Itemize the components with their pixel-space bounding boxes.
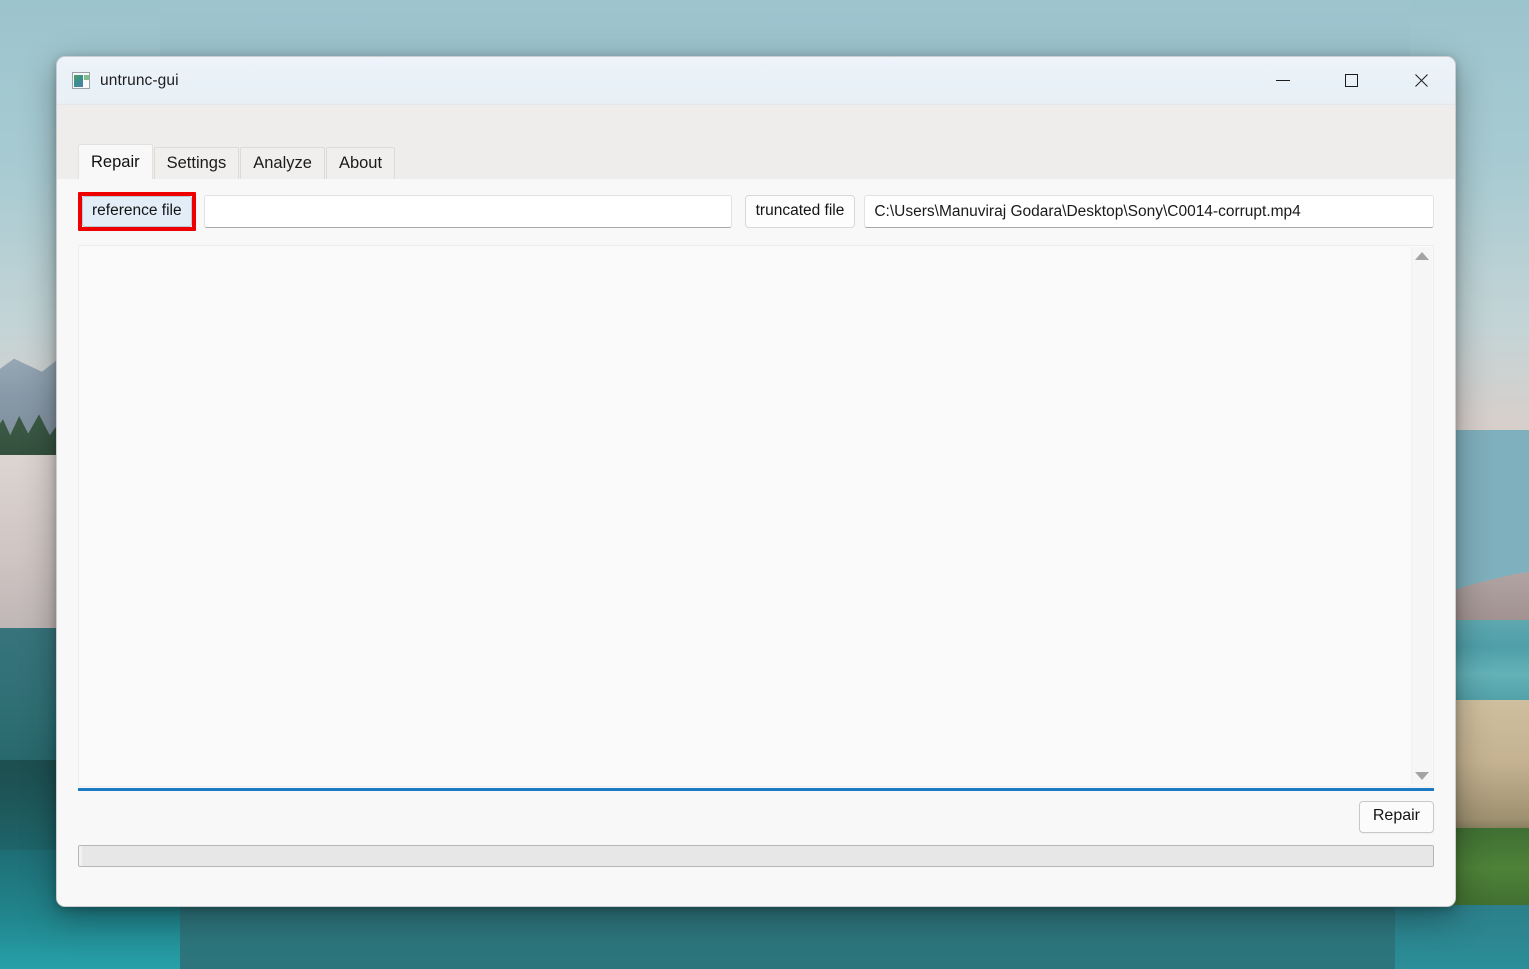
minimize-icon bbox=[1275, 80, 1290, 81]
maximize-button[interactable] bbox=[1317, 57, 1386, 104]
maximize-icon bbox=[1345, 74, 1358, 87]
reference-file-input[interactable] bbox=[203, 195, 732, 229]
window-controls bbox=[1248, 57, 1455, 104]
tab-repair-label: Repair bbox=[91, 152, 140, 171]
application-window: untrunc-gui Repair Settings Analyze Abou… bbox=[56, 56, 1456, 907]
file-selection-row: reference file truncated file C:\Users\M… bbox=[57, 179, 1455, 232]
tab-about-label: About bbox=[338, 154, 383, 172]
repair-tab-panel: reference file truncated file C:\Users\M… bbox=[57, 179, 1455, 906]
truncated-file-button[interactable]: truncated file bbox=[744, 195, 856, 229]
tab-repair[interactable]: Repair bbox=[78, 144, 153, 179]
log-output-area[interactable] bbox=[78, 245, 1434, 788]
window-title: untrunc-gui bbox=[100, 71, 179, 89]
progress-row bbox=[57, 833, 1455, 868]
close-icon bbox=[1413, 73, 1429, 89]
truncated-file-input[interactable]: C:\Users\Manuviraj Godara\Desktop\Sony\C… bbox=[864, 195, 1434, 229]
log-output-wrap bbox=[78, 245, 1434, 792]
log-vertical-scrollbar[interactable] bbox=[1411, 247, 1432, 786]
focus-accent-underline bbox=[78, 788, 1434, 792]
minimize-button[interactable] bbox=[1248, 57, 1317, 104]
progress-bar-fill bbox=[79, 846, 82, 867]
tab-about[interactable]: About bbox=[325, 147, 396, 179]
reference-file-button[interactable]: reference file bbox=[82, 196, 192, 228]
truncated-file-button-wrap: truncated file bbox=[744, 195, 856, 229]
reference-file-highlight-annotation: reference file bbox=[78, 192, 196, 232]
tab-analyze-label: Analyze bbox=[253, 154, 312, 172]
action-row: Repair bbox=[57, 787, 1455, 834]
wallpaper-right-water bbox=[1395, 905, 1529, 969]
wallpaper-center-bottom bbox=[160, 905, 1410, 969]
app-thumbnail-icon bbox=[72, 72, 90, 89]
tab-settings[interactable]: Settings bbox=[153, 147, 240, 179]
repair-button[interactable]: Repair bbox=[1358, 801, 1434, 834]
progress-bar bbox=[78, 845, 1434, 868]
close-button[interactable] bbox=[1386, 57, 1455, 104]
tab-strip-area: Repair Settings Analyze About bbox=[57, 105, 1455, 179]
title-bar[interactable]: untrunc-gui bbox=[57, 57, 1455, 105]
tab-settings-label: Settings bbox=[166, 154, 227, 172]
log-output-text bbox=[79, 246, 1433, 258]
tab-analyze[interactable]: Analyze bbox=[240, 147, 325, 179]
scroll-down-arrow-icon[interactable] bbox=[1415, 772, 1429, 781]
scroll-up-arrow-icon[interactable] bbox=[1415, 252, 1429, 261]
tab-strip: Repair Settings Analyze About bbox=[78, 105, 1455, 179]
